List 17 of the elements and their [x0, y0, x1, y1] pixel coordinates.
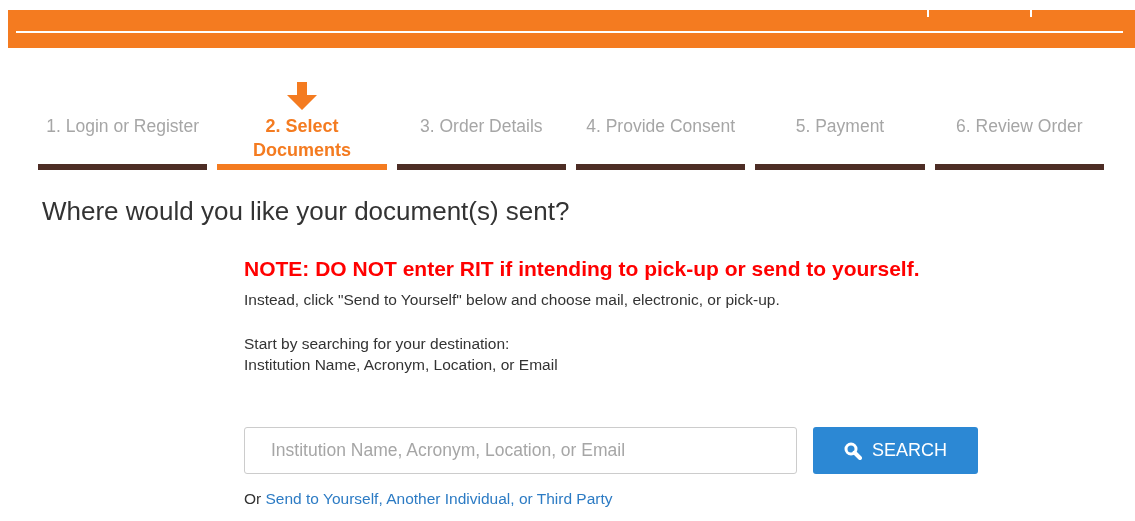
instruction-text: Instead, click "Send to Yourself" below and choose mail, electronic, or pick-up.	[244, 291, 781, 309]
step-tab[interactable]: 4. Provide Consent	[586, 114, 736, 138]
arrow-down-icon	[287, 82, 317, 110]
instruction-text: Start by searching for your destination:	[244, 334, 511, 354]
search-icon	[844, 441, 862, 460]
instruction-text: Institution Name, Acronym, Location, or Email	[244, 355, 559, 375]
step-tab[interactable]: 6. Review Order	[956, 114, 1083, 138]
send-options-link[interactable]: Send to Yourself, Another Individual, or Third Party	[265, 490, 613, 507]
warning-note: NOTE: DO NOT enter RIT if intending to pick-up or send to yourself.	[244, 257, 921, 281]
search-button[interactable]: SEARCH	[813, 427, 978, 474]
page-heading: Where would you like your document(s) sent?	[42, 196, 571, 227]
alternative-text: Or Send to Yourself, Another Individual, or Third Party	[244, 490, 614, 508]
step-tab[interactable]: 1. Login or Register	[46, 114, 200, 138]
step-tab[interactable]: 3. Order Details	[420, 114, 543, 138]
search-field[interactable]: Institution Name, Acronym, Location, or Email	[244, 427, 797, 474]
step-tab[interactable]: 2. Select Documents	[237, 114, 367, 162]
step-tab[interactable]: 5. Payment	[795, 114, 885, 138]
